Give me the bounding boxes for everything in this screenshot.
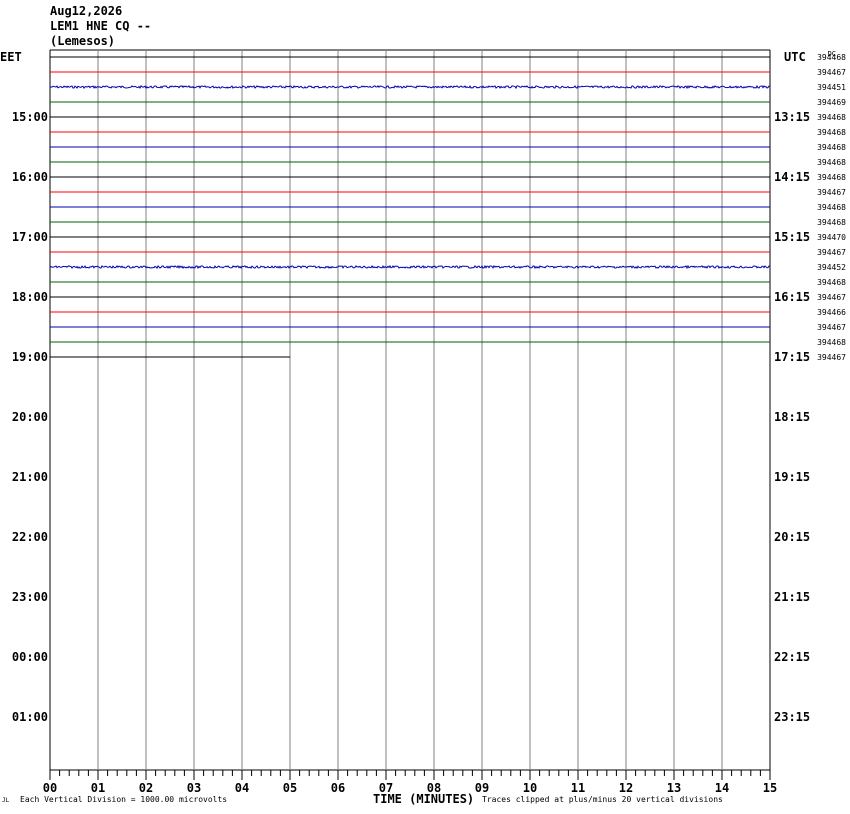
- dc-offset-label: 394467: [817, 188, 846, 197]
- dc-column-label: DC: [828, 50, 836, 58]
- x-tick-label: 13: [667, 781, 681, 795]
- x-tick-label: 12: [619, 781, 633, 795]
- x-tick-label: 01: [91, 781, 105, 795]
- dc-offset-label: 394468: [817, 278, 846, 287]
- dc-offset-label: 394468: [817, 173, 846, 182]
- x-axis-label: TIME (MINUTES): [373, 792, 475, 806]
- dc-offset-label: 394470: [817, 233, 846, 242]
- left-hour-label: 16:00: [12, 170, 48, 184]
- right-hour-label: 15:15: [774, 230, 810, 244]
- left-hour-label: 01:00: [12, 710, 48, 724]
- helicorder-plot: 00 01 02 03 04 05 06 07 08 09 10 11 12 13 14 1539446839…: [0, 49, 846, 795]
- clip-note: Traces clipped at plus/minus 20 vertical…: [482, 795, 723, 804]
- x-tick-label: 03: [187, 781, 201, 795]
- dc-offset-label: 394466: [817, 308, 846, 317]
- right-hour-label: 20:15: [774, 530, 810, 544]
- grid: [49, 49, 771, 780]
- left-hour-label: 15:00: [12, 110, 48, 124]
- x-tick-label: 09: [475, 781, 489, 795]
- left-hour-label: 00:00: [12, 650, 48, 664]
- right-hour-label: 17:15: [774, 350, 810, 364]
- x-tick-label: 02: [139, 781, 153, 795]
- right-hour-label: 18:15: [774, 410, 810, 424]
- dc-offset-label: 394468: [817, 143, 846, 152]
- right-hour-label: 13:15: [774, 110, 810, 124]
- left-hour-label: 17:00: [12, 230, 48, 244]
- right-hour-label: 21:15: [774, 590, 810, 604]
- dc-offset-label: 394468: [817, 218, 846, 227]
- left-hour-label: 21:00: [12, 470, 48, 484]
- x-tick-label: 04: [235, 781, 249, 795]
- right-hour-label: 22:15: [774, 650, 810, 664]
- dc-offset-label: 394468: [817, 338, 846, 347]
- left-hour-label: 19:00: [12, 350, 48, 364]
- x-tick-label: 06: [331, 781, 345, 795]
- x-tick-label: 00: [43, 781, 57, 795]
- left-hour-label: 22:00: [12, 530, 48, 544]
- dc-offset-label: 394468: [817, 203, 846, 212]
- x-tick-label: 11: [571, 781, 585, 795]
- x-tick-label: 05: [283, 781, 297, 795]
- dc-offset-label: 394467: [817, 248, 846, 257]
- dc-offset-label: 394451: [817, 83, 846, 92]
- x-tick-label: 10: [523, 781, 537, 795]
- traces: [49, 56, 771, 358]
- x-tick-label: 14: [715, 781, 729, 795]
- left-hour-label: 23:00: [12, 590, 48, 604]
- scale-note: Each Vertical Division = 1000.00 microvo…: [20, 795, 228, 804]
- seismic-trace: [49, 84, 771, 90]
- right-timezone-label: UTC: [784, 50, 806, 64]
- right-hour-label: 16:15: [774, 290, 810, 304]
- dc-offset-label: 394467: [817, 293, 846, 302]
- dc-offset-label: 394468: [817, 113, 846, 122]
- x-tick-label: 15: [763, 781, 777, 795]
- dc-offset-label: 394452: [817, 263, 846, 272]
- right-hour-label: 19:15: [774, 470, 810, 484]
- dc-offset-label: 394468: [817, 158, 846, 167]
- left-timezone-label: EET: [0, 50, 22, 64]
- logo-mark: JL: [2, 797, 10, 804]
- left-hour-label: 20:00: [12, 410, 48, 424]
- dc-offset-label: 394468: [817, 128, 846, 137]
- right-hour-label: 23:15: [774, 710, 810, 724]
- dc-offset-label: 394467: [817, 323, 846, 332]
- right-hour-label: 14:15: [774, 170, 810, 184]
- dc-offset-label: 394469: [817, 98, 846, 107]
- seismic-trace: [49, 264, 771, 270]
- left-hour-label: 18:00: [12, 290, 48, 304]
- dc-offset-label: 394467: [817, 68, 846, 77]
- dc-offset-label: 394467: [817, 353, 846, 362]
